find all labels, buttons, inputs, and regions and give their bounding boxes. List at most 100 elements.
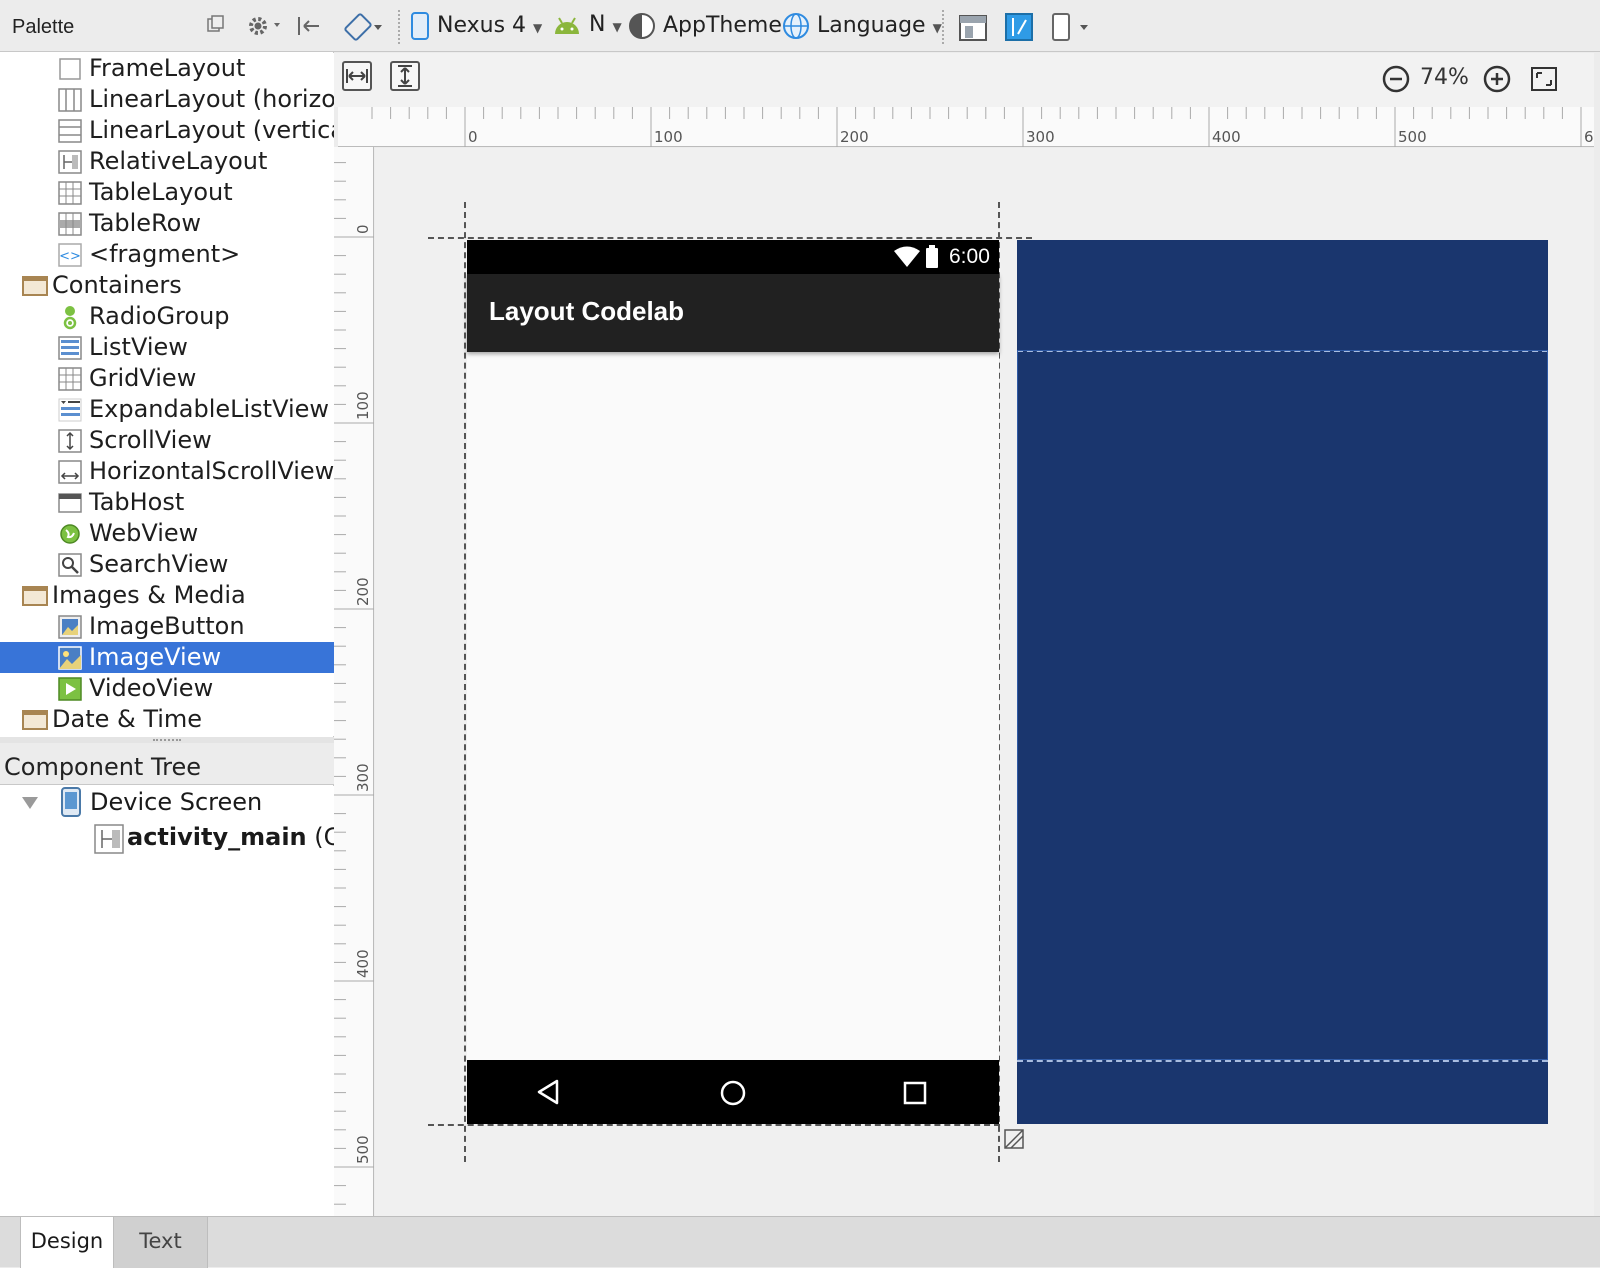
palette-category[interactable]: Images & Media (0, 580, 334, 611)
palette-item[interactable]: TableLayout (0, 177, 334, 208)
palette-item[interactable]: WebView (0, 518, 334, 549)
home-icon[interactable] (719, 1079, 747, 1111)
blueprint-guide (1017, 1060, 1548, 1062)
design-surface-icon[interactable] (958, 14, 988, 48)
navigation-bar (467, 1060, 999, 1124)
palette-item-label: ImageButton (89, 612, 245, 640)
ruler-label: 6 (1584, 128, 1594, 146)
table-row-icon (57, 211, 83, 241)
status-time: 6:00 (949, 245, 990, 268)
grid-view-icon (57, 366, 83, 396)
palette-item[interactable]: LinearLayout (horizor (0, 84, 334, 115)
ruler-label: 0 (468, 128, 478, 146)
palette-item[interactable]: RadioGroup (0, 301, 334, 332)
back-icon[interactable] (535, 1078, 561, 1110)
relative-layout-icon (94, 824, 124, 858)
blueprint-mode-icon[interactable] (1004, 12, 1034, 48)
resize-handle-icon[interactable] (1003, 1128, 1025, 1154)
palette-item[interactable]: ImageButton (0, 611, 334, 642)
image-view-icon (57, 645, 83, 675)
palette-item-label: HorizontalScrollView (89, 457, 334, 485)
language-label: Language (817, 13, 926, 38)
palette-title: Palette (12, 16, 75, 38)
tree-node-device-screen[interactable]: Device Screen (0, 786, 334, 820)
folder-icon (22, 710, 48, 730)
theme-label: AppTheme (663, 13, 782, 38)
palette-item[interactable]: GridView (0, 363, 334, 394)
palette-item-label: Images & Media (52, 581, 246, 609)
tab-design[interactable]: Design (20, 1217, 114, 1268)
palette-item-label: WebView (89, 519, 199, 547)
horizontal-ruler: 0 100 200 300 400 500 6 (338, 107, 1594, 147)
tree-node-label: activity_main (Cc (127, 823, 334, 851)
palette-item[interactable]: <> <fragment> (0, 239, 334, 270)
tree-node-activity-main[interactable]: activity_main (Cc (0, 820, 334, 856)
palette-item[interactable]: HorizontalScrollView (0, 456, 334, 487)
palette-item-label: Containers (52, 271, 182, 299)
palette-item-label: SearchView (89, 550, 229, 578)
app-title: Layout Codelab (489, 296, 685, 326)
wifi-icon (893, 246, 921, 272)
ruler-label: 500 (354, 1135, 372, 1164)
zoom-out-icon[interactable] (1381, 64, 1411, 98)
palette-item[interactable]: ScrollView (0, 425, 334, 456)
device-frame-selector[interactable] (1050, 12, 1094, 48)
designer-toolbar: Nexus 4 ▼ N ▼ AppTheme Language ▼ (334, 0, 1600, 52)
language-selector[interactable]: Language ▼ (782, 12, 942, 40)
palette-item[interactable]: ExpandableListView (0, 394, 334, 425)
tree-node-label: Device Screen (90, 788, 263, 816)
theme-selector[interactable]: AppTheme (628, 12, 782, 40)
gear-icon[interactable] (246, 14, 284, 43)
search-view-icon (57, 552, 83, 582)
phone-preview[interactable]: 6:00 Layout Codelab (467, 240, 999, 1124)
palette-item-label: TabHost (89, 488, 185, 516)
video-view-icon (57, 676, 83, 706)
palette-item-label: ImageView (89, 643, 222, 671)
left-panel: Palette FrameLayout LinearLayout (horizor… (0, 0, 334, 1216)
blueprint-preview[interactable] (1017, 240, 1548, 1124)
horizontal-scroll-view-icon (57, 459, 83, 489)
palette-item-label: GridView (89, 364, 197, 392)
zoom-to-fit-icon[interactable] (1530, 66, 1558, 96)
collapse-panel-icon[interactable] (296, 14, 322, 43)
palette-item-label: LinearLayout (horizor (89, 85, 334, 113)
palette-item[interactable]: ImageView (0, 642, 334, 673)
palette-item[interactable]: TableRow (0, 208, 334, 239)
palette-item[interactable]: LinearLayout (vertica (0, 115, 334, 146)
zoom-in-icon[interactable] (1482, 64, 1512, 98)
frame-layout-icon (57, 56, 83, 86)
ruler-label: 0 (354, 224, 372, 234)
svg-text:<>: <> (59, 249, 81, 264)
resize-horizontal-button[interactable] (342, 61, 372, 91)
table-layout-icon (57, 180, 83, 210)
palette-item[interactable]: RelativeLayout (0, 146, 334, 177)
recents-icon[interactable] (903, 1081, 927, 1109)
chevron-down-icon: ▼ (533, 21, 543, 35)
palette-category[interactable]: Date & Time (0, 704, 334, 735)
palette-item-label: ExpandableListView (89, 395, 330, 423)
ruler-label: 500 (1398, 128, 1427, 146)
copy-icon[interactable] (206, 14, 226, 39)
battery-icon (925, 245, 939, 273)
component-tree-header: Component Tree (0, 743, 334, 785)
ruler-label: 400 (1212, 128, 1241, 146)
palette-category[interactable]: Containers (0, 270, 334, 301)
resize-vertical-button[interactable] (390, 61, 420, 91)
expand-arrow-icon[interactable] (20, 792, 40, 816)
linear-layout-horizontal-icon (57, 87, 83, 117)
palette-item[interactable]: TabHost (0, 487, 334, 518)
palette-item-label: <fragment> (89, 240, 241, 268)
palette-item[interactable]: SearchView (0, 549, 334, 580)
linear-layout-vertical-icon (57, 118, 83, 148)
palette-item-label: RadioGroup (89, 302, 230, 330)
device-selector[interactable]: Nexus 4 ▼ (410, 12, 542, 40)
ruler-label: 100 (654, 128, 683, 146)
palette-item[interactable]: ListView (0, 332, 334, 363)
tab-text[interactable]: Text (114, 1217, 208, 1268)
palette-item[interactable]: VideoView (0, 673, 334, 704)
palette-item[interactable]: FrameLayout (0, 53, 334, 84)
orientation-icon[interactable] (344, 12, 390, 48)
api-selector[interactable]: N ▼ (552, 12, 622, 37)
api-label: N (589, 12, 606, 37)
folder-icon (22, 276, 48, 296)
